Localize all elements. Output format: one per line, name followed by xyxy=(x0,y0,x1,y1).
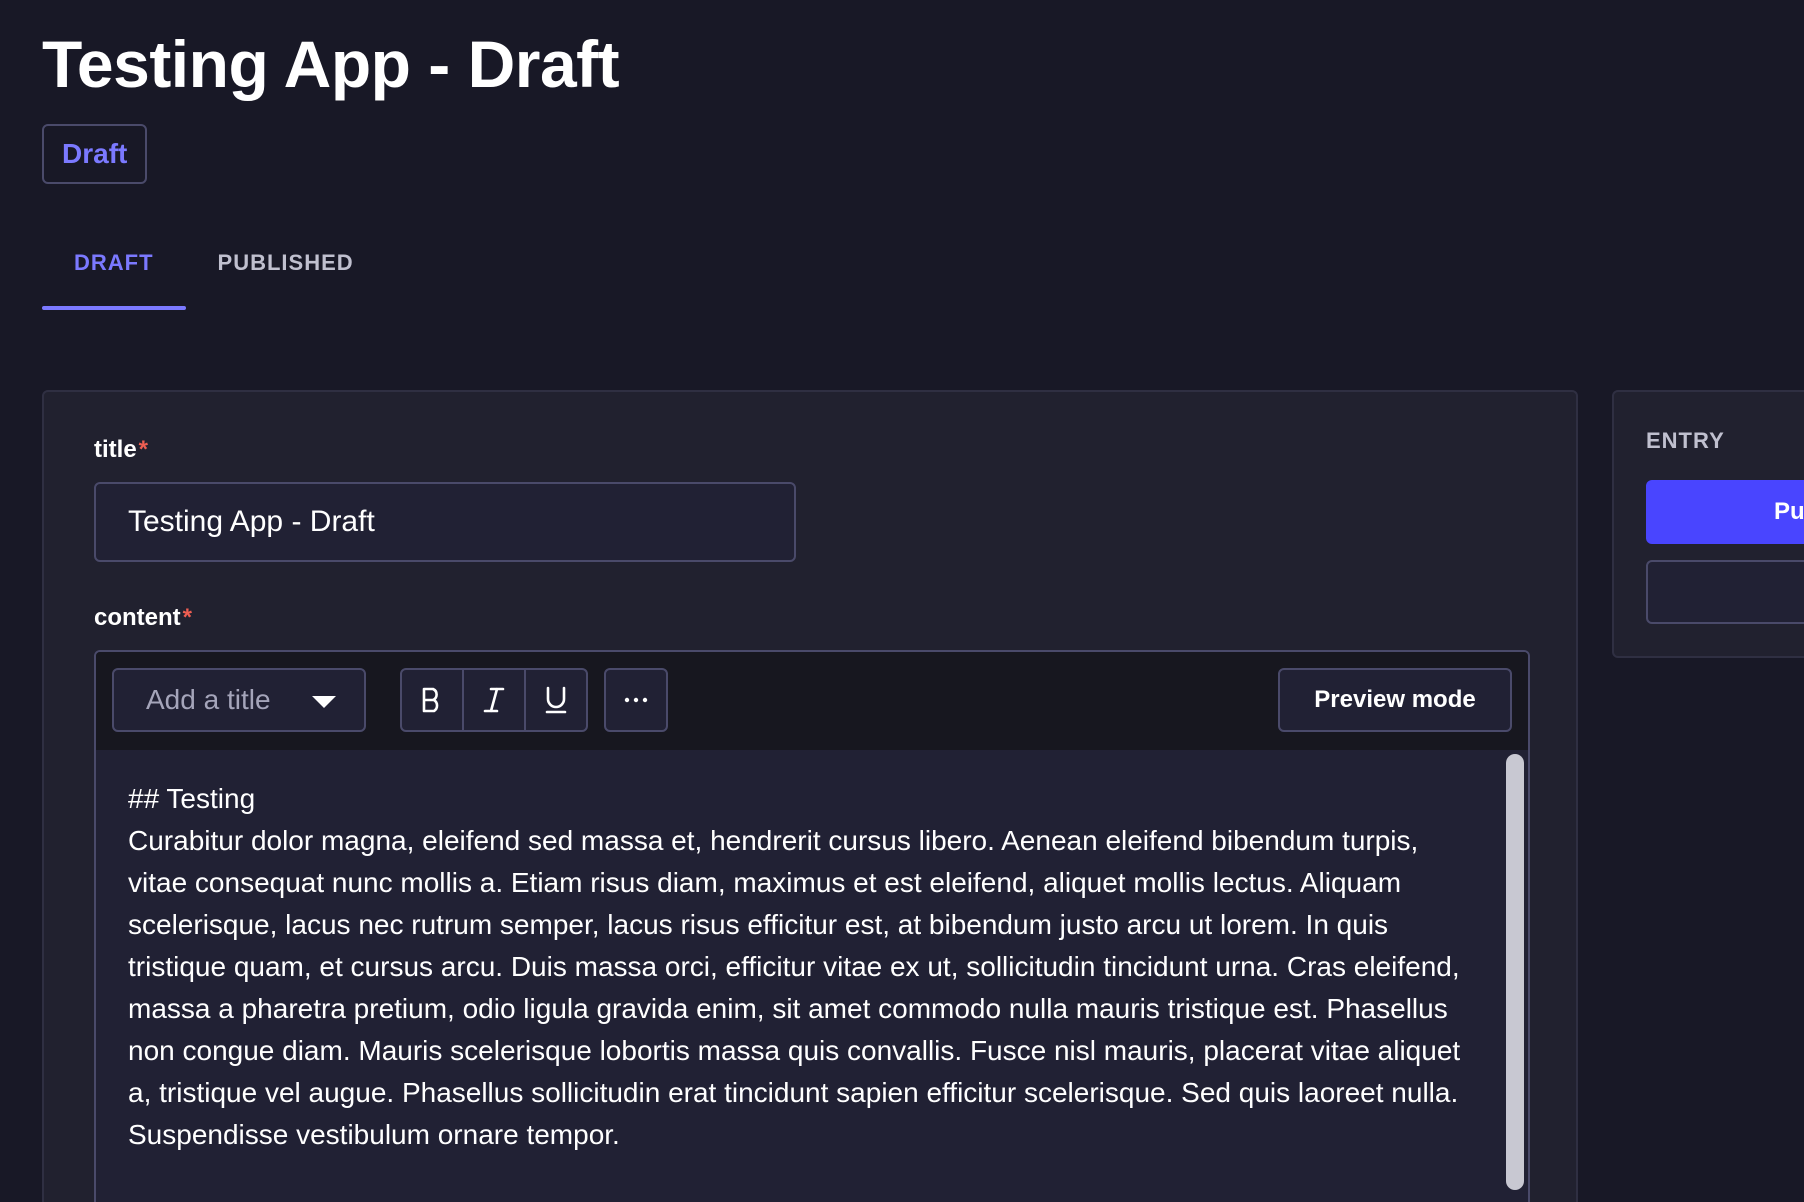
chevron-down-icon xyxy=(312,696,336,708)
tab-list: DRAFT PUBLISHED xyxy=(42,236,386,310)
title-field-label: title* xyxy=(94,436,148,464)
heading-select[interactable]: Add a title xyxy=(112,668,366,732)
underline-icon xyxy=(545,686,567,714)
page-title: Testing App - Draft xyxy=(42,27,620,101)
italic-button[interactable] xyxy=(464,670,526,730)
more-button[interactable] xyxy=(604,668,668,732)
editor-paragraph: Curabitur dolor magna, eleifend sed mass… xyxy=(128,825,1461,1150)
format-button-group xyxy=(400,668,588,732)
title-label-text: title xyxy=(94,436,137,463)
title-input[interactable] xyxy=(94,482,796,562)
bold-icon xyxy=(422,687,439,713)
tab-published[interactable]: PUBLISHED xyxy=(186,236,386,310)
heading-select-placeholder: Add a title xyxy=(146,684,271,715)
more-icon xyxy=(624,697,648,703)
page: Testing App - Draft Draft DRAFT PUBLISHE… xyxy=(0,0,1804,1202)
editor-text-area[interactable]: ## Testing Curabitur dolor magna, eleife… xyxy=(96,750,1528,1202)
publish-button[interactable]: Pu xyxy=(1646,480,1804,544)
underline-button[interactable] xyxy=(526,670,586,730)
required-mark: * xyxy=(138,436,149,463)
bold-button[interactable] xyxy=(402,670,464,730)
editor-toolbar: Add a title Preview mode xyxy=(96,652,1528,750)
publish-button-label: Pu xyxy=(1774,498,1804,525)
preview-mode-button[interactable]: Preview mode xyxy=(1278,668,1512,732)
edit-form-card: title* content* Add a title xyxy=(42,390,1578,1202)
status-badge: Draft xyxy=(42,124,148,184)
entry-panel: ENTRY Pu xyxy=(1612,390,1804,658)
entry-section-label: ENTRY xyxy=(1646,428,1725,453)
content-field-label: content* xyxy=(94,604,192,632)
editor-scrollbar[interactable] xyxy=(1506,750,1526,1202)
secondary-action-button[interactable] xyxy=(1646,560,1804,624)
required-mark: * xyxy=(182,604,193,631)
italic-icon xyxy=(483,687,505,713)
scrollbar-thumb[interactable] xyxy=(1506,754,1524,1190)
editor-heading-line: ## Testing xyxy=(128,783,256,814)
markdown-editor: Add a title Preview mode ## Testing Cura… xyxy=(94,650,1530,1202)
tab-draft[interactable]: DRAFT xyxy=(42,236,186,310)
content-label-text: content xyxy=(94,604,181,631)
